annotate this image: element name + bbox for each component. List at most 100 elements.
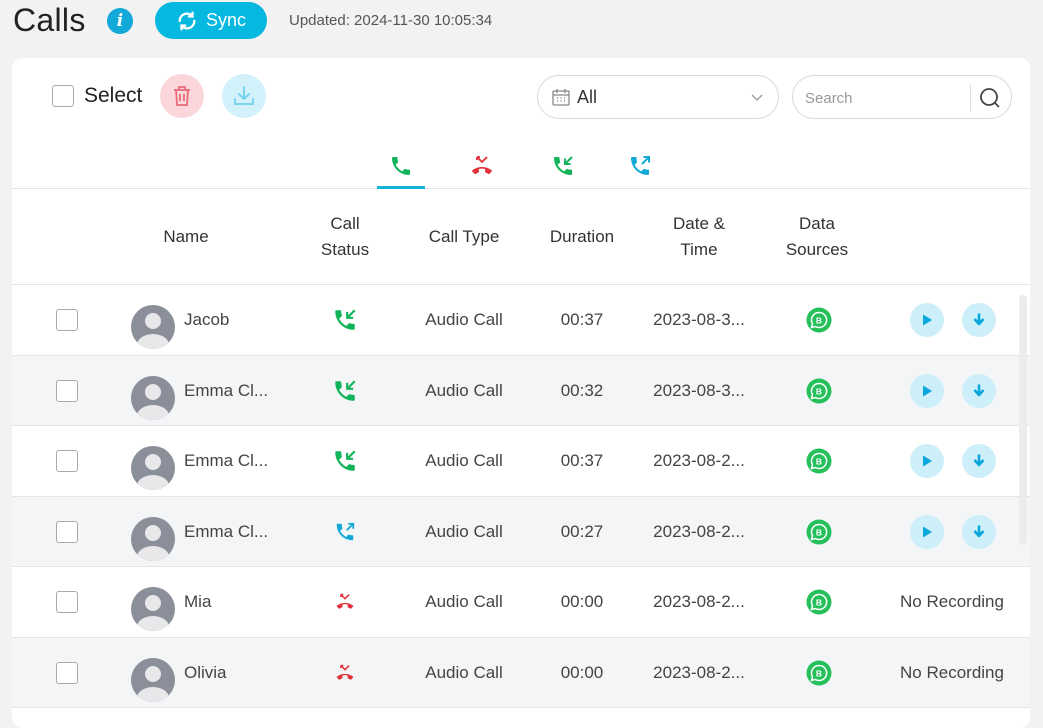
play-icon bbox=[923, 314, 932, 326]
incoming-call-icon bbox=[335, 309, 356, 330]
call-type: Audio Call bbox=[425, 451, 503, 470]
col-duration[interactable]: Duration bbox=[532, 189, 632, 285]
play-button[interactable] bbox=[910, 373, 944, 408]
call-type: Audio Call bbox=[425, 380, 503, 400]
no-recording-label: No Recording bbox=[900, 662, 1004, 682]
tab-incoming[interactable] bbox=[539, 154, 587, 188]
tab-all-calls[interactable] bbox=[377, 154, 425, 189]
call-status-cell bbox=[295, 497, 395, 567]
download-icon bbox=[234, 86, 254, 105]
delete-button[interactable] bbox=[160, 74, 204, 118]
col-name[interactable]: Name bbox=[136, 189, 236, 285]
top-bar: Calls i Sync Updated: 2024-11-30 10:05:3… bbox=[0, 0, 1043, 50]
avatar bbox=[131, 375, 175, 420]
calls-card: Select All Name Call Status Call Type D bbox=[12, 58, 1030, 728]
call-status-cell bbox=[295, 638, 395, 708]
row-checkbox-cell bbox=[56, 426, 78, 496]
play-icon bbox=[923, 385, 932, 396]
svg-text:B: B bbox=[816, 597, 822, 607]
download-recording-button[interactable] bbox=[962, 514, 996, 549]
phone-icon bbox=[392, 157, 410, 175]
recording-actions: No Recording bbox=[887, 567, 1017, 637]
trash-icon bbox=[174, 86, 190, 106]
table-row[interactable]: Jacob Audio Call 00:37 2023-08-3... B bbox=[12, 285, 1030, 356]
date-time: 2023-08-2... bbox=[653, 521, 745, 541]
select-all-checkbox[interactable] bbox=[52, 85, 74, 107]
table-row[interactable]: Olivia Audio Call 00:00 2023-08-2... B N… bbox=[12, 637, 1030, 708]
row-checkbox[interactable] bbox=[56, 379, 78, 402]
sync-icon bbox=[178, 11, 196, 30]
row-checkbox[interactable] bbox=[56, 309, 78, 331]
col-call-type[interactable]: Call Type bbox=[414, 189, 514, 285]
missed-call-icon bbox=[472, 156, 492, 175]
download-recording-button[interactable] bbox=[962, 373, 996, 408]
select-all[interactable]: Select bbox=[52, 84, 142, 108]
table-row[interactable]: Emma Cl... Audio Call 00:27 2023-08-2...… bbox=[12, 496, 1030, 567]
call-type: Audio Call bbox=[425, 521, 503, 541]
download-all-button[interactable] bbox=[222, 74, 266, 118]
scrollbar[interactable] bbox=[1019, 295, 1027, 545]
chevron-down-icon bbox=[751, 94, 763, 101]
sync-button[interactable]: Sync bbox=[155, 2, 267, 39]
row-checkbox[interactable] bbox=[56, 520, 78, 543]
col-call-status[interactable]: Call Status bbox=[295, 189, 395, 285]
outgoing-call-icon bbox=[336, 522, 355, 540]
play-icon bbox=[923, 455, 932, 467]
whatsapp-business-icon: B bbox=[806, 378, 832, 403]
recording-actions: No Recording bbox=[887, 638, 1017, 708]
play-button[interactable] bbox=[910, 303, 944, 337]
calls-table-body: Jacob Audio Call 00:37 2023-08-3... B Em… bbox=[12, 285, 1030, 708]
table-row[interactable]: Emma Cl... Audio Call 00:37 2023-08-2...… bbox=[12, 426, 1030, 497]
play-button[interactable] bbox=[910, 514, 944, 549]
tab-outgoing[interactable] bbox=[616, 154, 664, 188]
download-recording-button[interactable] bbox=[962, 444, 996, 478]
table-row[interactable]: Mia Audio Call 00:00 2023-08-2... B No R… bbox=[12, 567, 1030, 638]
search-icon[interactable] bbox=[978, 86, 1002, 110]
data-source-cell: B bbox=[769, 426, 869, 496]
tab-missed[interactable] bbox=[458, 154, 506, 188]
date-filter-dropdown[interactable]: All bbox=[537, 75, 779, 119]
incoming-call-icon bbox=[335, 450, 356, 471]
row-checkbox[interactable] bbox=[56, 661, 78, 684]
col-data-sources[interactable]: Data Sources bbox=[767, 189, 867, 285]
contact-name: Emma Cl... bbox=[184, 451, 269, 470]
search-input[interactable] bbox=[805, 87, 965, 109]
incoming-call-icon bbox=[335, 379, 356, 401]
col-date-time[interactable]: Date & Time bbox=[649, 189, 749, 285]
data-source-cell: B bbox=[769, 285, 869, 355]
date-time: 2023-08-2... bbox=[653, 451, 745, 470]
recording-actions bbox=[887, 426, 1017, 496]
download-recording-button[interactable] bbox=[962, 303, 996, 337]
avatar bbox=[131, 516, 175, 561]
call-type: Audio Call bbox=[425, 310, 503, 329]
updated-timestamp: Updated: 2024-11-30 10:05:34 bbox=[289, 12, 493, 29]
incoming-call-icon bbox=[554, 156, 573, 175]
call-type: Audio Call bbox=[425, 662, 503, 682]
info-icon[interactable]: i bbox=[107, 8, 133, 34]
play-button[interactable] bbox=[910, 444, 944, 478]
missed-call-icon bbox=[336, 593, 354, 609]
calendar-icon bbox=[552, 89, 570, 106]
whatsapp-business-icon: B bbox=[806, 448, 832, 474]
data-source-cell: B bbox=[769, 638, 869, 708]
duration: 00:32 bbox=[560, 380, 604, 400]
row-checkbox[interactable] bbox=[56, 450, 78, 472]
duration: 00:00 bbox=[560, 592, 604, 611]
row-checkbox[interactable] bbox=[56, 591, 78, 613]
contact-name: Olivia bbox=[184, 662, 227, 682]
download-arrow-icon bbox=[973, 384, 985, 396]
recording-actions bbox=[887, 356, 1017, 426]
contact-name: Emma Cl... bbox=[184, 380, 269, 400]
data-source-cell: B bbox=[769, 356, 869, 426]
call-filter-tabs bbox=[12, 146, 1030, 189]
row-checkbox-cell bbox=[56, 356, 78, 426]
duration: 00:37 bbox=[560, 310, 604, 329]
download-arrow-icon bbox=[973, 313, 985, 326]
data-source-cell: B bbox=[769, 567, 869, 637]
table-row[interactable]: Emma Cl... Audio Call 00:32 2023-08-3...… bbox=[12, 355, 1030, 426]
search-box bbox=[792, 75, 1012, 119]
page-title: Calls bbox=[13, 2, 86, 38]
date-time: 2023-08-2... bbox=[653, 662, 745, 682]
call-status-cell bbox=[295, 567, 395, 637]
avatar bbox=[131, 305, 175, 349]
